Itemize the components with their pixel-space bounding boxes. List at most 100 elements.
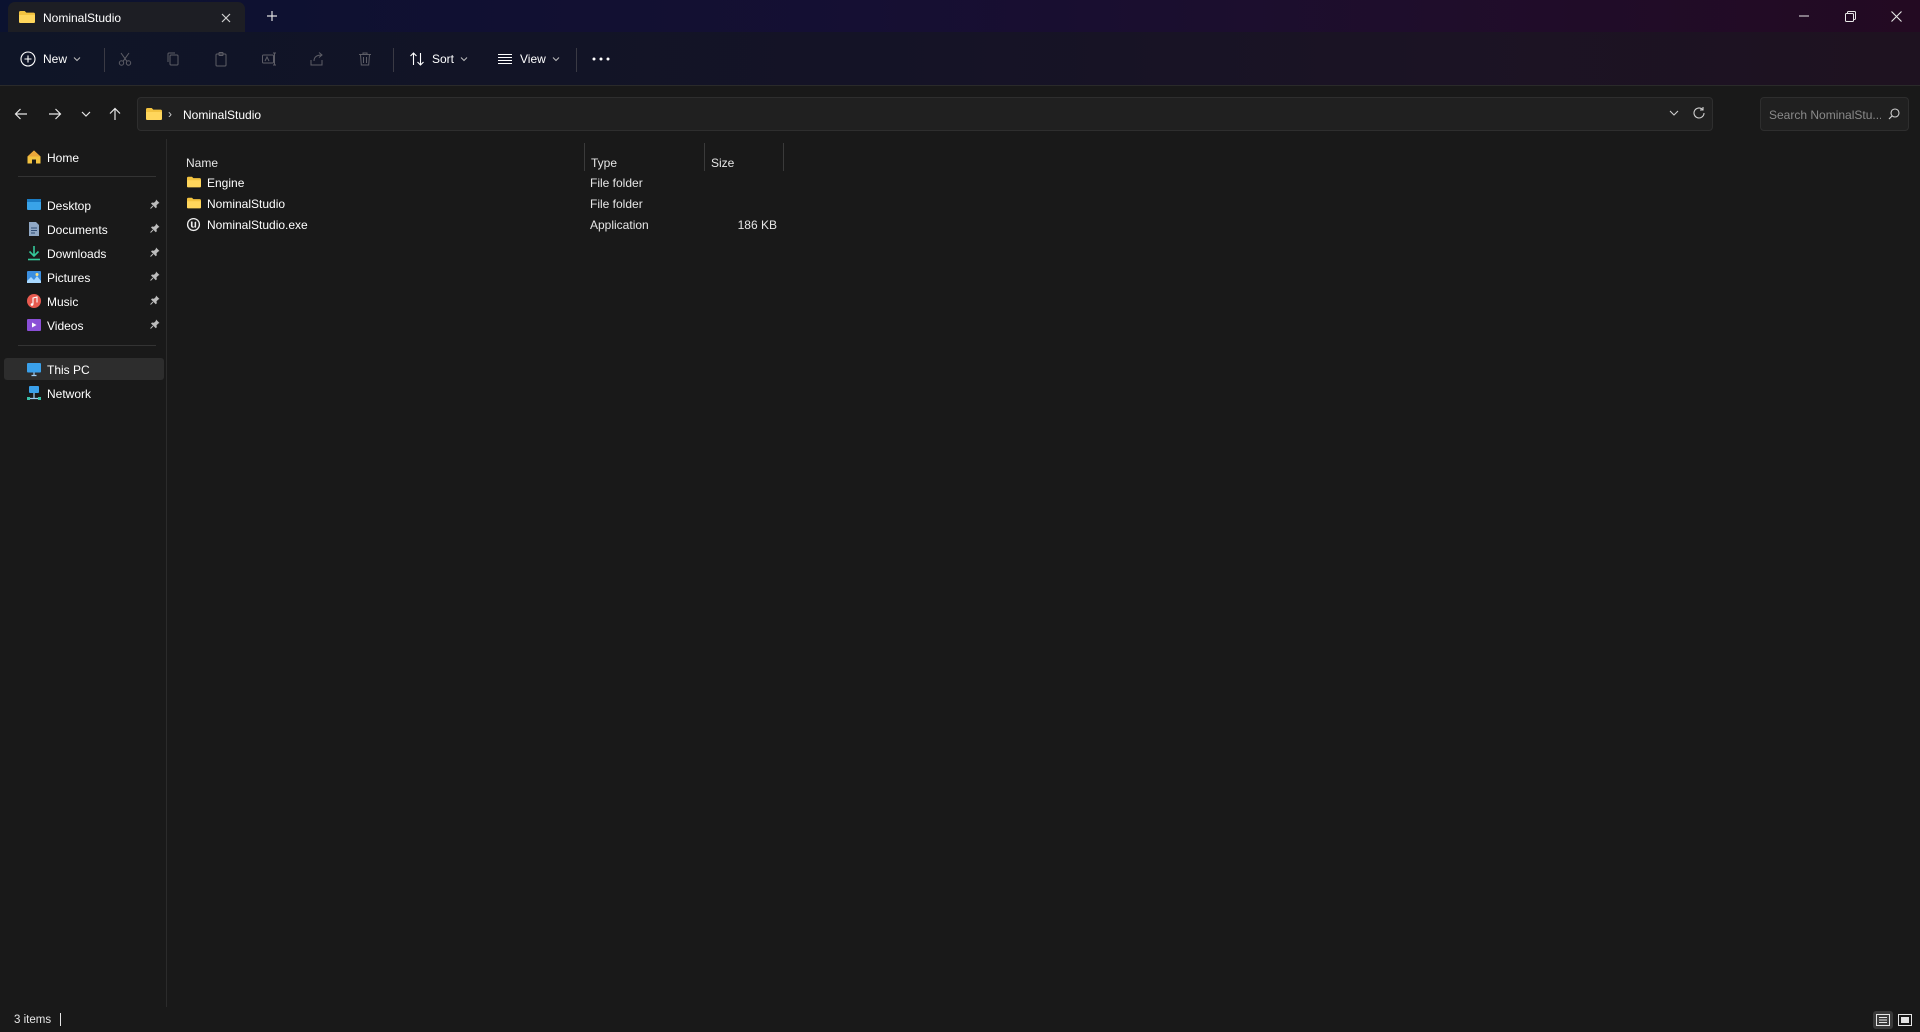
sidebar-item-network[interactable]: Network [4, 382, 164, 404]
pin-icon[interactable] [150, 319, 160, 329]
navigation-pane: Home Desktop Documents Downloads Picture… [0, 139, 167, 1007]
sidebar-item-music[interactable]: Music [4, 290, 164, 312]
sort-icon [410, 52, 424, 66]
sidebar-item-label: This PC [47, 363, 90, 377]
new-plus-circle-icon [20, 51, 36, 67]
paste-button[interactable] [213, 43, 229, 75]
file-name: NominalStudio [207, 197, 286, 211]
close-icon [221, 13, 231, 23]
sort-label: Sort [432, 52, 455, 66]
column-divider[interactable] [704, 143, 705, 171]
sidebar-item-label: Music [47, 295, 79, 309]
sidebar-divider [18, 345, 156, 346]
close-tab-button[interactable] [215, 7, 237, 29]
sidebar-item-pictures[interactable]: Pictures [4, 266, 164, 288]
breadcrumb-nominalstudio[interactable]: NominalStudio [183, 108, 261, 122]
arrow-right-icon [49, 108, 62, 120]
toolbar-divider [576, 48, 577, 72]
folder-icon [186, 175, 202, 189]
sidebar-item-label: Network [47, 387, 92, 401]
file-list: Name Type Size Engine File folder Nomina… [168, 139, 1920, 1007]
tiles-view-icon [1898, 1014, 1912, 1026]
plus-icon [267, 11, 277, 21]
file-row[interactable]: NominalStudio.exe Application 186 KB [182, 214, 956, 235]
sidebar-item-this-pc[interactable]: This PC [4, 358, 164, 380]
address-history-button[interactable] [1668, 107, 1680, 119]
file-row[interactable]: Engine File folder [182, 172, 956, 193]
file-type: Application [590, 218, 649, 232]
search-icon[interactable] [1888, 108, 1900, 120]
delete-button[interactable] [357, 43, 373, 75]
sidebar-item-documents[interactable]: Documents [4, 218, 164, 240]
downloads-icon [26, 245, 42, 261]
pin-icon[interactable] [150, 199, 160, 209]
tab-nominalstudio[interactable]: NominalStudio [8, 2, 245, 32]
network-icon [26, 385, 42, 401]
pin-icon[interactable] [150, 271, 160, 281]
sidebar-divider [18, 176, 156, 177]
up-button[interactable] [101, 100, 129, 128]
minimize-button[interactable] [1781, 0, 1827, 32]
search-input[interactable] [1769, 106, 1881, 124]
close-window-button[interactable] [1873, 0, 1919, 32]
status-divider [60, 1013, 61, 1026]
restore-button[interactable] [1827, 0, 1873, 32]
folder-icon [186, 196, 202, 210]
column-divider[interactable] [584, 143, 585, 171]
sidebar-item-downloads[interactable]: Downloads [4, 242, 164, 264]
address-bar[interactable]: › NominalStudio [137, 97, 1713, 131]
pictures-icon [26, 269, 42, 285]
chevron-down-icon [1669, 110, 1679, 116]
refresh-icon [1693, 107, 1705, 119]
sort-button[interactable]: Sort [409, 43, 468, 75]
chevron-down-icon [73, 57, 81, 62]
sidebar-item-desktop[interactable]: Desktop [4, 194, 164, 216]
desktop-icon [26, 197, 42, 213]
details-view-button[interactable] [1873, 1011, 1893, 1029]
sidebar-item-home[interactable]: Home [4, 146, 164, 168]
paste-icon [215, 52, 227, 67]
column-header-label: Name [186, 156, 219, 170]
refresh-button[interactable] [1692, 106, 1706, 120]
file-name: Engine [207, 176, 245, 190]
file-row[interactable]: NominalStudio File folder [182, 193, 956, 214]
sidebar-item-videos[interactable]: Videos [4, 314, 164, 336]
arrow-left-icon [14, 108, 27, 120]
rename-button[interactable] [261, 43, 277, 75]
recent-locations-button[interactable] [72, 100, 100, 128]
toolbar-divider [104, 48, 105, 72]
back-button[interactable] [7, 100, 35, 128]
tiles-view-button[interactable] [1895, 1011, 1915, 1029]
copy-icon [167, 52, 179, 66]
chevron-down-icon [81, 111, 91, 117]
cut-button[interactable] [117, 43, 133, 75]
file-type: File folder [590, 176, 643, 190]
new-label: New [43, 52, 68, 66]
details-view-icon [1876, 1014, 1890, 1026]
pin-icon[interactable] [150, 247, 160, 257]
documents-icon [26, 221, 42, 237]
title-bar: NominalStudio [0, 0, 1920, 32]
view-button[interactable]: View [497, 43, 560, 75]
tab-title: NominalStudio [43, 11, 122, 25]
copy-button[interactable] [165, 43, 181, 75]
search-box[interactable] [1760, 97, 1909, 131]
column-divider[interactable] [783, 143, 784, 171]
more-icon [592, 57, 610, 61]
forward-button[interactable] [41, 100, 69, 128]
restore-icon [1844, 10, 1856, 22]
videos-icon [26, 317, 42, 333]
sidebar-item-label: Downloads [47, 247, 107, 261]
more-options-button[interactable] [592, 43, 610, 75]
chevron-down-icon [552, 57, 560, 62]
sidebar-item-label: Documents [47, 223, 108, 237]
pin-icon[interactable] [150, 295, 160, 305]
new-button[interactable]: New [20, 43, 81, 75]
sidebar-item-label: Home [47, 151, 80, 165]
arrow-up-icon [109, 107, 121, 120]
breadcrumb-separator[interactable]: › [168, 107, 172, 121]
command-bar: New Sort View [0, 32, 1920, 86]
new-tab-button[interactable] [259, 4, 285, 28]
share-button[interactable] [309, 43, 325, 75]
pin-icon[interactable] [150, 223, 160, 233]
